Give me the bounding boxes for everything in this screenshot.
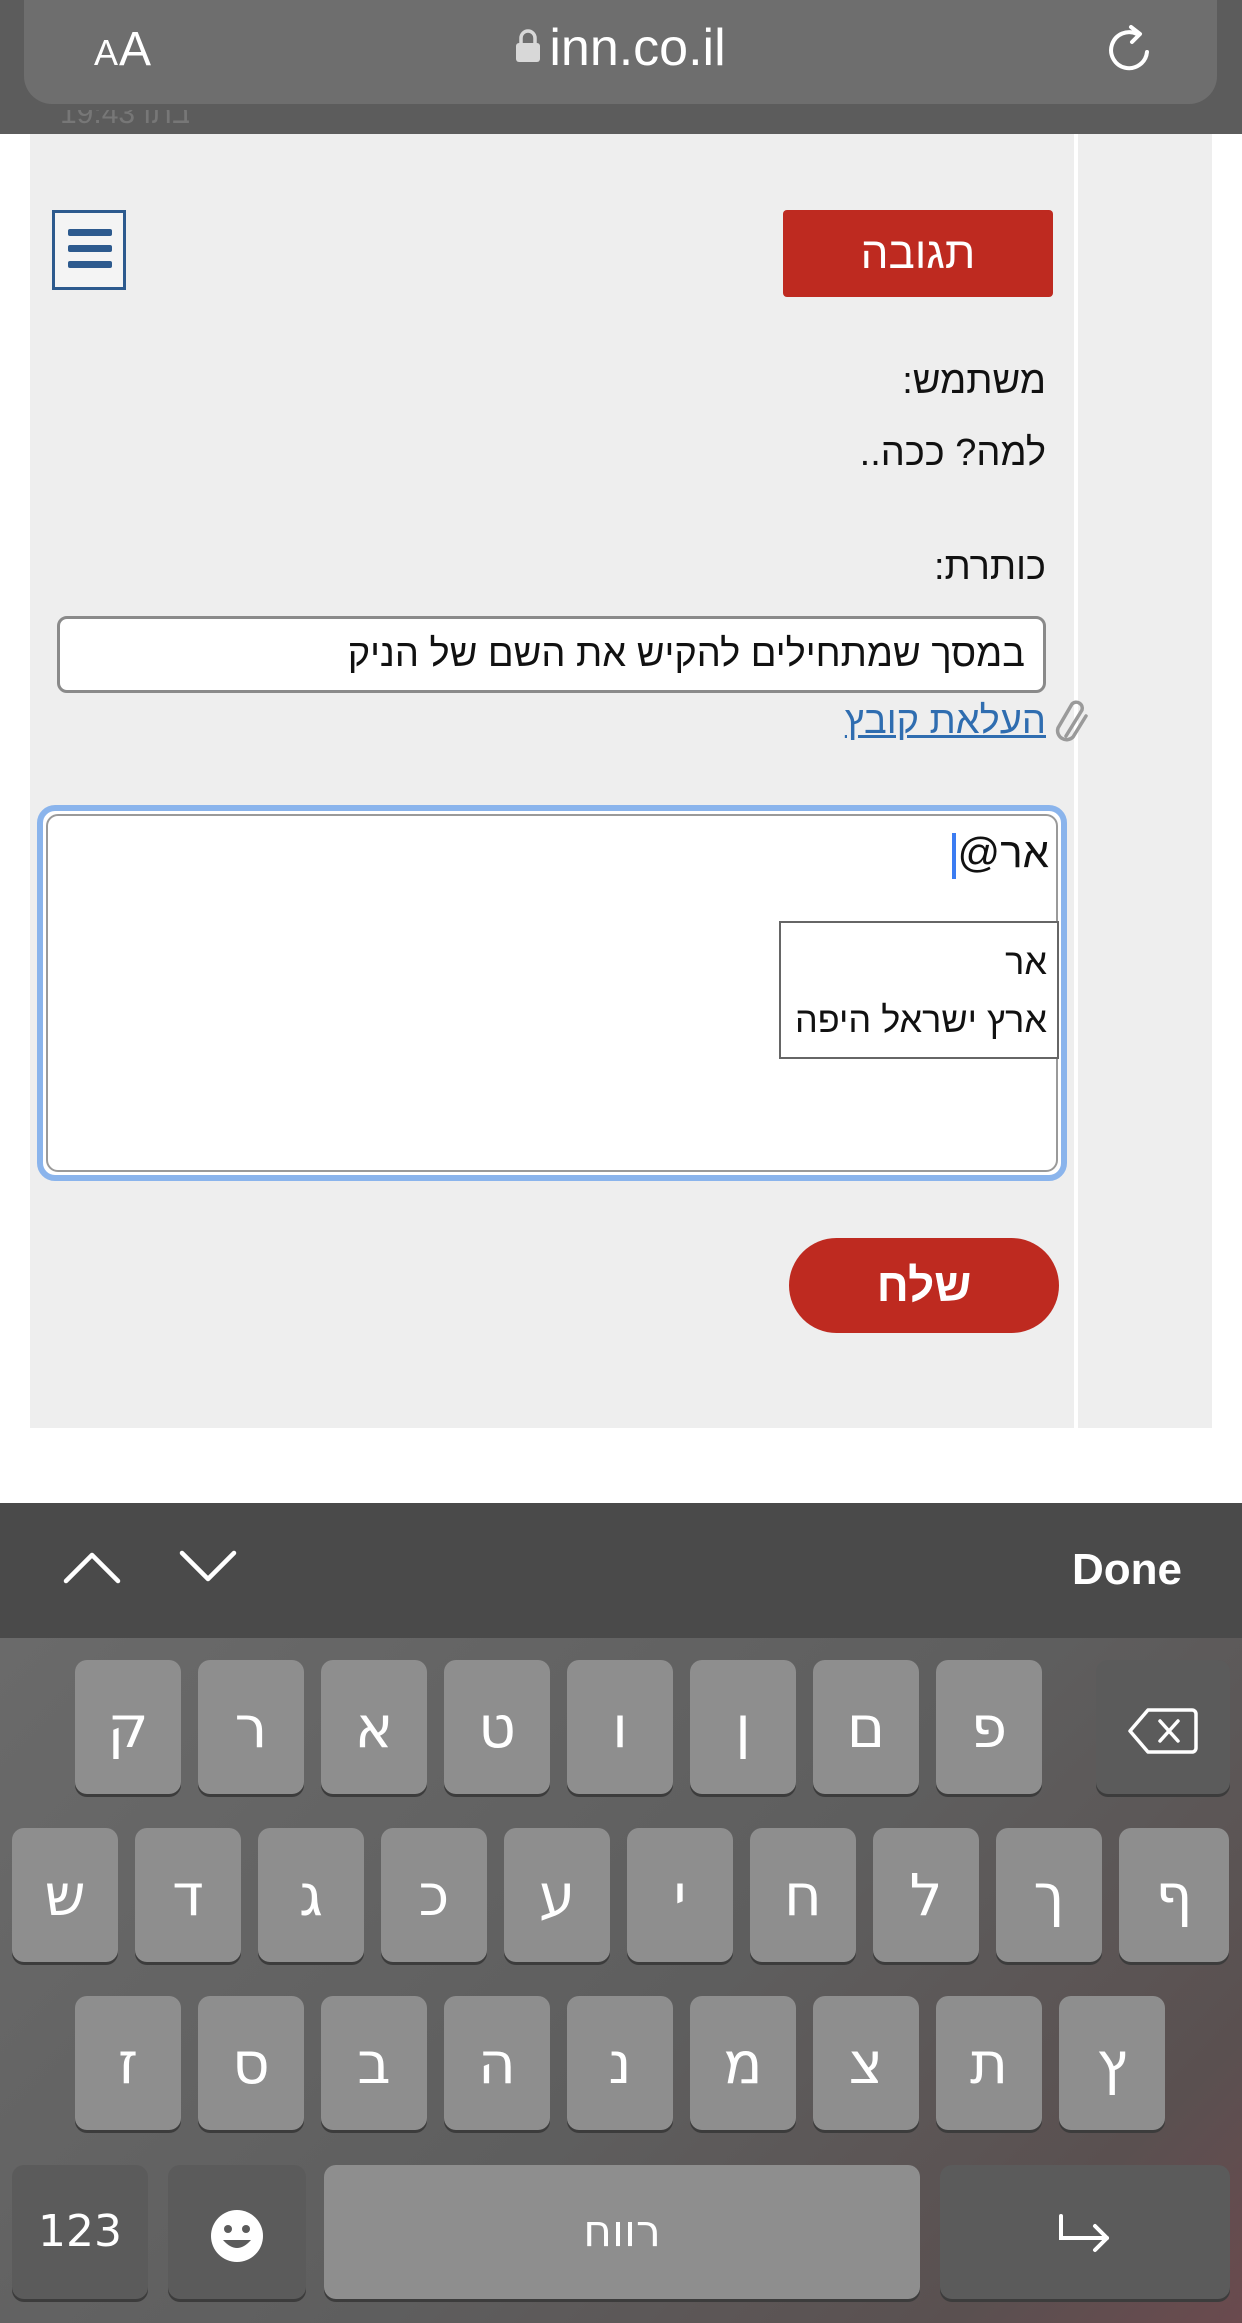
key[interactable]: ס (198, 1996, 304, 2130)
address-bar[interactable]: AA inn.co.il (24, 0, 1217, 104)
key[interactable]: י (627, 1828, 733, 1962)
numbers-key[interactable]: 123 (12, 2165, 148, 2299)
key[interactable]: כ (381, 1828, 487, 1962)
key[interactable]: צ (813, 1996, 919, 2130)
attach-file-row[interactable]: העלאת קובץ (845, 700, 1088, 754)
key[interactable]: ה (444, 1996, 550, 2130)
message-textarea[interactable]: @אר אר ארץ ישראל היפה (37, 805, 1067, 1181)
mention-suggestion[interactable]: ארץ ישראל היפה (781, 991, 1047, 1049)
title-field[interactable]: במסך שמתחילים להקיש את השם של הניק (57, 616, 1046, 693)
message-value: @אר (957, 829, 1049, 876)
done-button[interactable]: Done (1072, 1545, 1182, 1595)
chevron-down-icon[interactable] (178, 1547, 238, 1587)
key[interactable]: ש (12, 1828, 118, 1962)
key[interactable]: ן (690, 1660, 796, 1794)
mention-suggestion[interactable]: אר (781, 933, 1047, 991)
cut-off-timestamp: 19:43 בתו (60, 110, 190, 130)
emoji-key[interactable] (168, 2165, 306, 2299)
key[interactable]: ט (444, 1660, 550, 1794)
url-text: inn.co.il (549, 19, 726, 77)
key[interactable]: א (321, 1660, 427, 1794)
key[interactable]: נ (567, 1996, 673, 2130)
keyboard-accessory-bar: Done (0, 1503, 1242, 1638)
key[interactable]: ד (135, 1828, 241, 1962)
backspace-key[interactable] (1096, 1660, 1230, 1794)
key[interactable]: ף (1119, 1828, 1229, 1962)
mention-suggestion-list: אר ארץ ישראל היפה (779, 921, 1059, 1059)
url-display[interactable]: inn.co.il (24, 18, 1217, 78)
key[interactable]: ל (873, 1828, 979, 1962)
key[interactable]: ב (321, 1996, 427, 2130)
space-key[interactable]: רווח (324, 2165, 920, 2299)
key[interactable]: ח (750, 1828, 856, 1962)
menu-button[interactable] (52, 210, 126, 290)
key[interactable]: ג (258, 1828, 364, 1962)
key[interactable]: ע (504, 1828, 610, 1962)
emoji-icon (211, 2209, 263, 2262)
text-caret (951, 832, 956, 879)
backspace-icon (1128, 1708, 1198, 1754)
send-button[interactable]: שלח (789, 1238, 1059, 1333)
hebrew-keyboard: ק ר א ט ו ן ם פ ש ד ג כ ע י ח ל ך ף ז ס … (0, 1638, 1242, 2323)
key[interactable]: ז (75, 1996, 181, 2130)
key[interactable]: ו (567, 1660, 673, 1794)
attach-file-link[interactable]: העלאת קובץ (845, 700, 1046, 742)
return-icon (1059, 2213, 1109, 2252)
key[interactable]: ך (996, 1828, 1102, 1962)
reload-icon[interactable] (1103, 24, 1155, 76)
key[interactable]: ץ (1059, 1996, 1165, 2130)
return-key[interactable] (940, 2165, 1230, 2299)
reply-button[interactable]: תגובה (783, 210, 1053, 297)
user-value: למה? ככה.. (859, 432, 1046, 474)
key[interactable]: ר (198, 1660, 304, 1794)
chevron-up-icon[interactable] (62, 1547, 122, 1587)
key[interactable]: ת (936, 1996, 1042, 2130)
right-column (1078, 134, 1212, 1428)
lock-icon (516, 29, 541, 63)
message-text: @אר (951, 829, 1049, 879)
key[interactable]: מ (690, 1996, 796, 2130)
title-label: כותרת: (933, 546, 1046, 588)
key[interactable]: פ (936, 1660, 1042, 1794)
paperclip-icon (1055, 700, 1088, 742)
user-label: משתמש: (902, 360, 1046, 402)
key[interactable]: ק (75, 1660, 181, 1794)
key[interactable]: ם (813, 1660, 919, 1794)
comment-form-panel (30, 134, 1074, 1428)
